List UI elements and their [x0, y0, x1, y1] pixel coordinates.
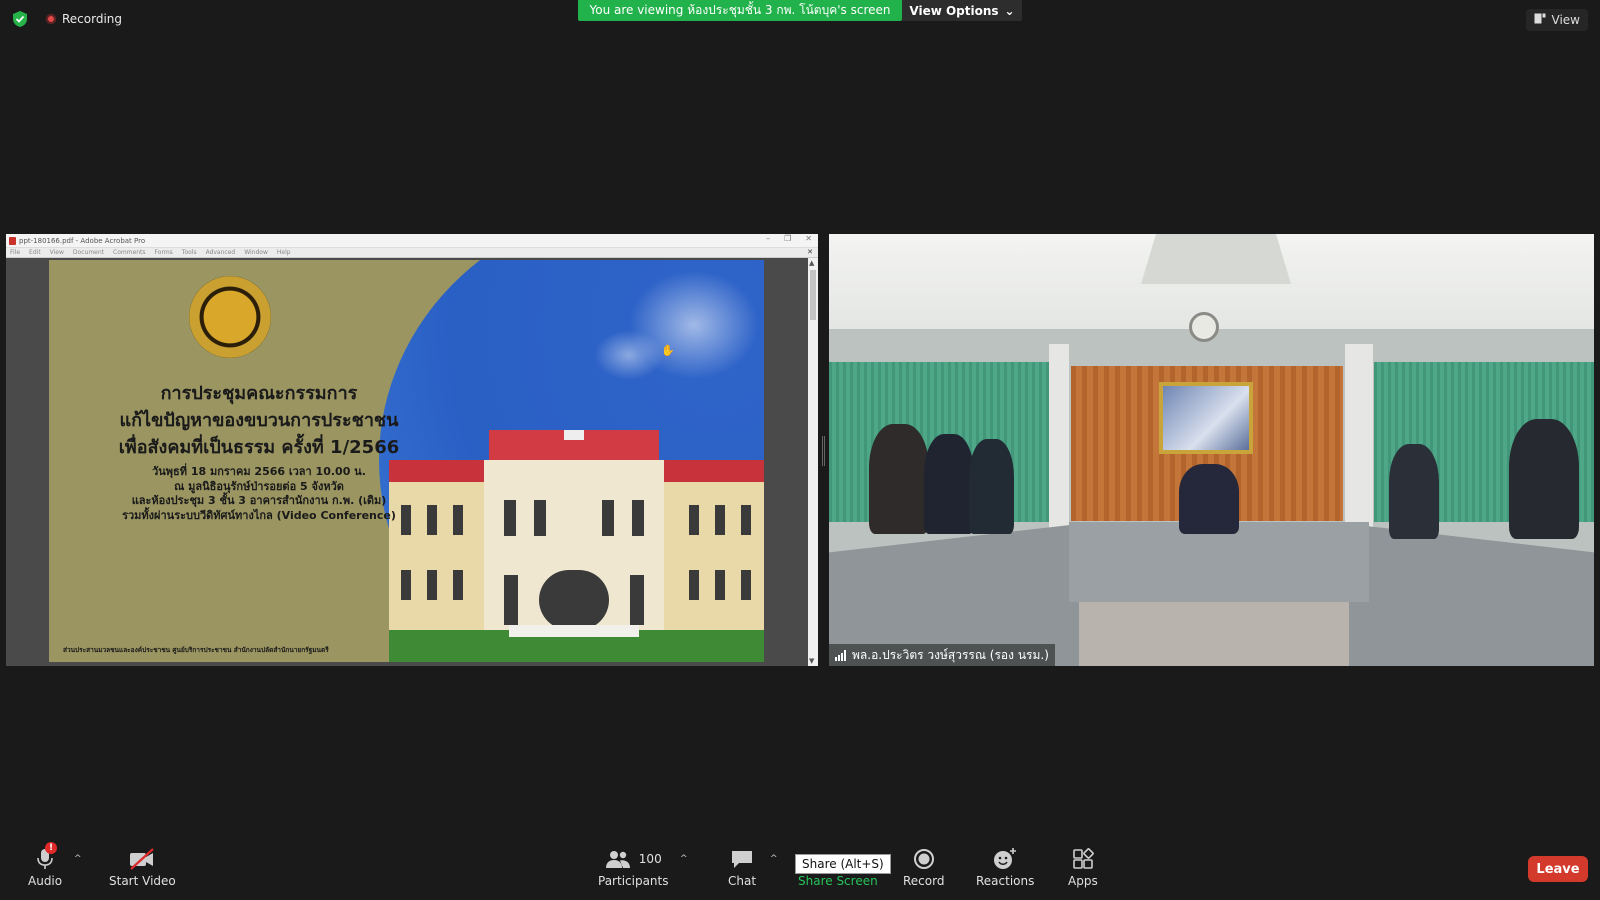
video-wall-portrait [1159, 382, 1253, 454]
menu-item-forms: Forms [154, 249, 173, 256]
chat-bubble-icon [730, 846, 754, 872]
slide-subtitle-line: ณ มูลนิธิอนุรักษ์ป่ารอยต่อ 5 จังหวัด [174, 479, 344, 493]
share-screen-label: Share Screen [798, 874, 878, 888]
apps-button[interactable]: Apps [1068, 846, 1098, 888]
presentation-slide: การประชุมคณะกรรมการ แก้ไขปัญหาของขบวนการ… [49, 260, 764, 662]
security-shield-icon[interactable] [12, 10, 28, 28]
view-options-button[interactable]: View Options ⌄ [902, 0, 1022, 21]
menu-item-edit: Edit [29, 249, 41, 256]
menu-item-help: Help [276, 249, 291, 256]
scroll-thumb[interactable] [810, 270, 816, 320]
audio-warning-badge: ! [45, 842, 58, 854]
menu-item-file: File [10, 249, 21, 256]
chat-options-caret-icon[interactable]: ^ [770, 854, 778, 864]
menu-item-advanced: Advanced [205, 249, 236, 256]
video-table-center [1069, 522, 1369, 602]
participants-count: 100 [638, 852, 662, 866]
menu-item-tools: Tools [181, 249, 197, 256]
video-person [1179, 464, 1239, 534]
apps-icon [1072, 846, 1094, 872]
chevron-down-icon: ⌄ [1004, 3, 1015, 18]
video-person [869, 424, 929, 534]
record-icon [913, 846, 935, 872]
recording-label: Recording [62, 12, 123, 26]
view-button[interactable]: View [1525, 9, 1588, 31]
chat-button[interactable]: Chat [728, 846, 756, 888]
hand-cursor-icon: ✋ [661, 344, 675, 357]
participants-icon-row: 100 [605, 846, 662, 872]
slide-subtitle-line: รวมทั้งผ่านระบบวีดิทัศน์ทางไกล (Video Co… [122, 508, 396, 522]
video-wall-clock [1189, 312, 1219, 342]
audio-button[interactable]: ! Audio [28, 842, 63, 888]
participant-video[interactable]: พล.อ.ประวิตร วงษ์สุวรรณ (รอง นรม.) [829, 234, 1594, 666]
video-off-icon [128, 846, 156, 872]
video-pillar [1345, 344, 1373, 544]
top-left-status: Recording [12, 10, 122, 28]
leave-button[interactable]: Leave [1528, 856, 1588, 882]
close-icon: ✕ [805, 234, 812, 243]
participants-label: Participants [598, 874, 669, 888]
slide-cloud [594, 330, 664, 380]
microphone-icon: ! [35, 842, 58, 872]
slide-subtitle: วันพุธที่ 18 มกราคม 2566 เวลา 10.00 น. ณ… [69, 465, 449, 523]
video-person [924, 434, 974, 534]
video-ceiling-band [1141, 234, 1291, 284]
slide-subtitle-line: วันพุธที่ 18 มกราคม 2566 เวลา 10.00 น. [152, 465, 366, 478]
reactions-smiley-icon [993, 846, 1017, 872]
document-scrollbar[interactable]: ▲ ▼ [808, 258, 818, 666]
scroll-down-icon[interactable]: ▼ [809, 657, 814, 665]
menu-item-document: Document [72, 249, 105, 256]
view-label: View [1551, 13, 1580, 27]
view-layout-icon [1534, 13, 1546, 27]
acrobat-window-title: ppt-180166.pdf - Adobe Acrobat Pro [19, 236, 146, 245]
participant-name: พล.อ.ประวิตร วงษ์สุวรรณ (รอง นรม.) [852, 647, 1049, 662]
video-person [969, 439, 1014, 534]
participants-button[interactable]: 100 Participants [598, 846, 669, 888]
slide-subtitle-line: และห้องประชุม 3 ชั้น 3 อาคารสำนักงาน ก.พ… [131, 494, 387, 507]
share-tooltip: Share (Alt+S) [795, 854, 891, 874]
apps-label: Apps [1068, 874, 1098, 888]
record-label: Record [903, 874, 945, 888]
pdf-icon [9, 236, 16, 245]
start-video-button[interactable]: Start Video [109, 846, 176, 888]
view-options-label: View Options [909, 3, 999, 18]
slide-title-line: แก้ไขปัญหาของขบวนการประชาชน [119, 410, 399, 431]
video-floor [1029, 599, 1394, 666]
window-controls: – ❐ ✕ [766, 234, 812, 243]
viewing-banner: You are viewing ห้องประชุมชั้น 3 กพ. โน้… [578, 0, 902, 21]
audio-options-caret-icon[interactable]: ^ [74, 854, 82, 864]
menu-item-window: Window [244, 249, 268, 256]
recording-indicator[interactable]: Recording [46, 12, 122, 26]
acrobat-menu-bar: File Edit View Document Comments Forms T… [6, 248, 818, 258]
minimize-icon: – [766, 234, 771, 243]
slide-footer: ส่วนประสานมวลชนและองค์ประชาชน ศูนย์บริกา… [63, 646, 329, 654]
recording-dot-icon [46, 14, 56, 24]
menu-item-comments: Comments [113, 249, 146, 256]
video-person [1389, 444, 1439, 539]
participants-icon [605, 851, 630, 868]
acrobat-document-area: การประชุมคณะกรรมการ แก้ไขปัญหาของขบวนการ… [6, 258, 818, 666]
reactions-label: Reactions [976, 874, 1035, 888]
government-seal-logo [189, 276, 271, 358]
shared-screen-panel[interactable]: ppt-180166.pdf - Adobe Acrobat Pro – ❐ ✕… [6, 234, 818, 666]
participants-options-caret-icon[interactable]: ^ [680, 854, 688, 864]
reactions-button[interactable]: Reactions [976, 846, 1034, 888]
chat-label: Chat [728, 874, 757, 888]
menu-item-view: View [49, 249, 64, 256]
start-video-label: Start Video [109, 874, 176, 888]
video-pillar [1049, 344, 1069, 544]
restore-icon: ❐ [784, 234, 792, 243]
record-button[interactable]: Record [903, 846, 944, 888]
slide-title-line: เพื่อสังคมที่เป็นธรรม ครั้งที่ 1/2566 [118, 437, 400, 458]
panel-resize-handle[interactable] [822, 436, 825, 466]
acrobat-title-bar: ppt-180166.pdf - Adobe Acrobat Pro – ❐ ✕ [6, 234, 818, 248]
scroll-up-icon[interactable]: ▲ [809, 259, 814, 267]
participant-name-tag: พล.อ.ประวิตร วงษ์สุวรรณ (รอง นรม.) [829, 644, 1055, 666]
slide-title-line: การประชุมคณะกรรมการ [160, 383, 358, 404]
slide-title: การประชุมคณะกรรมการ แก้ไขปัญหาของขบวนการ… [79, 380, 439, 461]
document-close-icon: ✕ [807, 248, 813, 256]
video-person [1509, 419, 1579, 539]
connection-signal-icon [835, 649, 846, 661]
audio-label: Audio [28, 874, 63, 888]
